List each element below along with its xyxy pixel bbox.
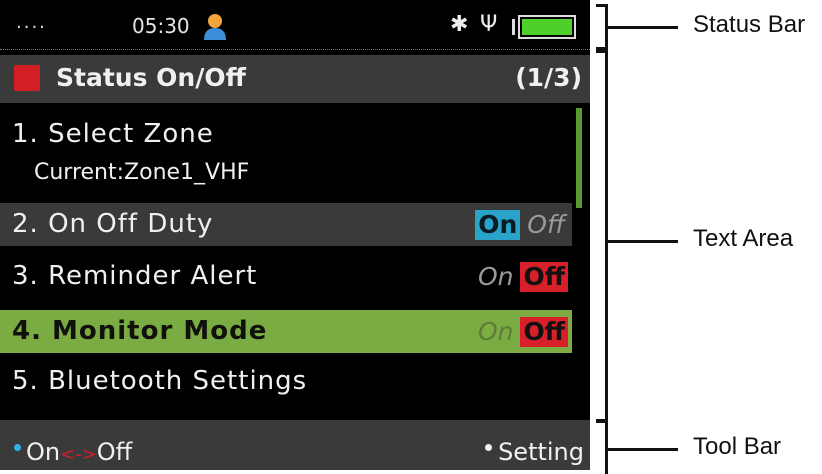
device-screen: .... 05:30 ✱ Ψ Status On/Off (1/3) 1. Se… [0,0,590,470]
bluetooth-icon: ✱ [450,12,469,37]
menu-item-select-zone[interactable]: 1. Select Zone [0,113,572,156]
menu-item-on-off-duty[interactable]: 2. On Off Duty On Off [0,203,572,246]
softkey-dot-icon [14,443,21,451]
current-zone-value: Current:Zone1_VHF [34,160,250,185]
softkey-on-label: On [26,438,61,466]
toggle-off[interactable]: Off [524,210,568,240]
monitor-mode-toggle[interactable]: On Off [475,316,568,348]
text-area-annotation: Text Area [693,225,794,252]
status-square-icon [14,65,40,91]
tool-bar-leader [608,448,678,451]
softkey-dot-icon [485,443,493,451]
menu-item-monitor-mode[interactable]: 4. Monitor Mode On Off [0,310,572,353]
toggle-on[interactable]: On [475,210,521,240]
toggle-off[interactable]: Off [520,262,568,292]
toggle-off[interactable]: Off [520,317,568,347]
setting-label: Setting [498,438,584,466]
menu-item-label: 4. Monitor Mode [12,316,268,346]
menu-item-label: 5. Bluetooth Settings [12,366,308,396]
toggle-softkey[interactable]: On<->Off [14,438,132,466]
page-indicator: (1/3) [515,63,582,92]
tool-bar-annotation: Tool Bar [693,433,782,460]
signal-indicator: .... [16,12,47,33]
menu-item-label: 2. On Off Duty [12,209,214,239]
text-area-leader [608,240,678,243]
menu-item-reminder-alert[interactable]: 3. Reminder Alert On Off [0,255,572,298]
scrollbar-thumb[interactable] [576,108,582,208]
reminder-alert-toggle[interactable]: On Off [475,261,568,293]
user-icon [204,14,226,40]
menu-item-label: 3. Reminder Alert [12,261,258,291]
menu-item-label: 1. Select Zone [12,119,214,149]
on-off-duty-toggle[interactable]: On Off [475,209,568,241]
clock: 05:30 [132,14,190,38]
toggle-on[interactable]: On [475,262,517,292]
tool-bar: On<->Off Setting [0,420,590,470]
page-title: Status On/Off [56,63,246,92]
tool-bar-bracket [596,420,608,474]
battery-icon [512,15,576,39]
status-bar: .... 05:30 ✱ Ψ [0,0,590,50]
toggle-on[interactable]: On [475,317,517,347]
text-area-bracket [596,50,608,422]
swap-arrow-icon: <-> [60,444,97,465]
status-bar-leader [608,26,678,29]
title-bar: Status On/Off (1/3) [0,55,590,103]
usb-icon: Ψ [480,12,498,37]
status-bar-annotation: Status Bar [693,11,806,38]
menu-item-bluetooth-settings[interactable]: 5. Bluetooth Settings [0,360,572,403]
status-bar-bracket [596,4,608,50]
setting-softkey[interactable]: Setting [485,438,584,466]
softkey-off-label: Off [96,438,133,466]
